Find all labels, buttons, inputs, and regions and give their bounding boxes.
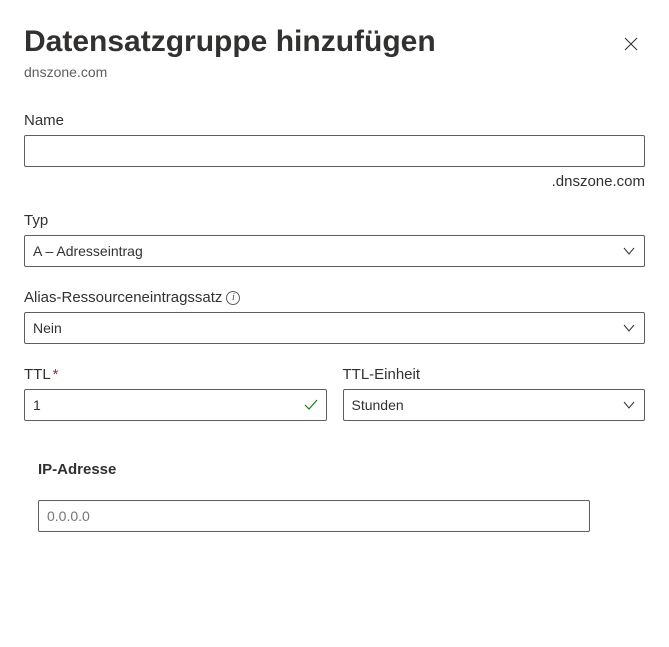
close-button[interactable] xyxy=(617,30,645,58)
ttl-unit-label: TTL-Einheit xyxy=(343,366,646,383)
type-label: Typ xyxy=(24,212,645,229)
close-icon xyxy=(623,36,639,52)
check-icon xyxy=(303,397,319,413)
name-suffix: .dnszone.com xyxy=(24,173,645,190)
chevron-down-icon xyxy=(622,244,636,258)
page-title: Datensatzgruppe hinzufügen xyxy=(24,24,436,60)
ttl-label: TTL* xyxy=(24,366,327,383)
chevron-down-icon xyxy=(622,398,636,412)
page-subtitle: dnszone.com xyxy=(24,64,436,80)
alias-label: Alias-Ressourceneintragssatz xyxy=(24,289,222,306)
type-select[interactable]: A – Adresseintrag xyxy=(24,235,645,267)
name-label: Name xyxy=(24,112,645,129)
ttl-unit-value: Stunden xyxy=(352,397,623,413)
info-icon[interactable]: i xyxy=(226,291,240,305)
name-input[interactable] xyxy=(24,135,645,167)
alias-select[interactable]: Nein xyxy=(24,312,645,344)
ttl-unit-select[interactable]: Stunden xyxy=(343,389,646,421)
type-value: A – Adresseintrag xyxy=(33,243,622,259)
chevron-down-icon xyxy=(622,321,636,335)
alias-value: Nein xyxy=(33,320,622,336)
ip-address-input[interactable] xyxy=(38,500,590,532)
ip-address-label: IP-Adresse xyxy=(38,461,645,478)
ttl-input[interactable] xyxy=(24,389,327,421)
